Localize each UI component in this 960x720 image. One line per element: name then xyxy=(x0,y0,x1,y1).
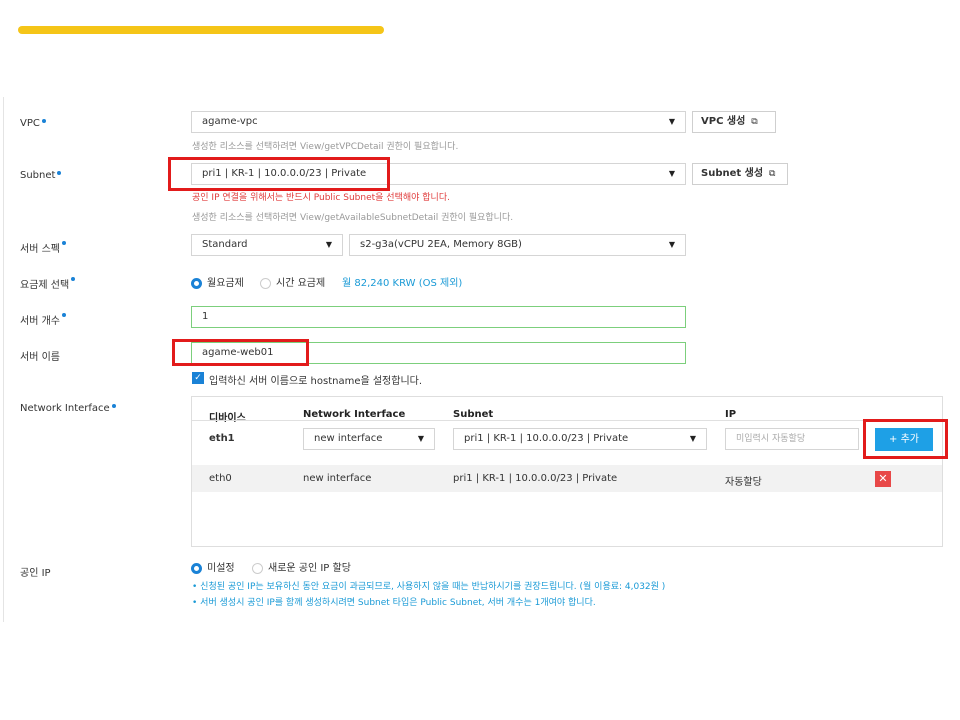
new-subnet-select[interactable]: pri1 | KR-1 | 10.0.0.0/23 | Private ▼ xyxy=(453,428,707,450)
row-ip: 자동할당 xyxy=(725,477,762,488)
subnet-highlight-box xyxy=(168,157,390,191)
add-button-highlight-box xyxy=(863,419,948,459)
new-interface-select[interactable]: new interface ▼ xyxy=(303,428,435,450)
radio-selected-icon xyxy=(191,277,202,289)
row-subnet: pri1 | KR-1 | 10.0.0.0/23 | Private xyxy=(453,473,618,484)
top-accent-bar xyxy=(18,26,384,34)
vpc-select[interactable]: agame-vpc ▼ xyxy=(191,111,686,133)
required-dot-icon xyxy=(61,241,66,245)
subnet-public-error: 공인 IP 연결을 위해서는 반드시 Public Subnet을 선택해야 합… xyxy=(192,193,450,203)
col-header-ip: IP xyxy=(725,409,737,420)
radio-selected-icon xyxy=(191,562,202,574)
required-dot-icon xyxy=(71,277,76,281)
subnet-label: Subnet xyxy=(20,170,62,181)
radio-empty-icon xyxy=(260,277,271,289)
create-vpc-button[interactable]: VPC 생성 ⧉ xyxy=(692,111,776,133)
public-ip-none-radio[interactable]: 미설정 xyxy=(191,559,235,574)
ip-input[interactable]: 미입력시 자동할당 xyxy=(725,428,859,450)
create-subnet-button[interactable]: Subnet 생성 ⧉ xyxy=(692,163,788,185)
public-ip-note-1: • 신청된 공인 IP는 보유하신 동안 요금이 과금되므로, 사용하지 않을 … xyxy=(192,582,666,592)
row-interface: new interface xyxy=(303,473,372,484)
required-dot-icon xyxy=(61,313,66,317)
server-type-select[interactable]: Standard ▼ xyxy=(191,234,343,256)
row-device: eth0 xyxy=(209,473,232,484)
new-row-device: eth1 xyxy=(209,433,235,444)
public-ip-new-radio[interactable]: 새로운 공인 IP 할당 xyxy=(252,559,351,574)
server-count-input[interactable]: 1 xyxy=(191,306,686,328)
external-link-icon: ⧉ xyxy=(751,117,758,127)
caret-down-icon: ▼ xyxy=(668,169,675,178)
caret-down-icon: ▼ xyxy=(689,434,696,443)
caret-down-icon: ▼ xyxy=(668,240,675,249)
required-dot-icon xyxy=(41,119,46,123)
caret-down-icon: ▼ xyxy=(417,434,424,443)
server-name-label: 서버 이름 xyxy=(20,352,60,363)
caret-down-icon: ▼ xyxy=(668,117,675,126)
external-link-icon: ⧉ xyxy=(769,169,776,179)
col-header-device: 디바이스 xyxy=(209,413,246,424)
radio-empty-icon xyxy=(252,562,263,574)
vpc-permission-hint: 생성한 리소스를 선택하려면 View/getVPCDetail 권한이 필요합… xyxy=(192,142,459,152)
hostname-checkbox-label: 입력하신 서버 이름으로 hostname을 설정합니다. xyxy=(209,376,423,387)
price-text: 월 82,240 KRW (OS 제외) xyxy=(342,278,463,289)
vpc-label: VPC xyxy=(20,118,46,129)
col-header-subnet: Subnet xyxy=(453,409,494,420)
hourly-plan-radio[interactable]: 시간 요금제 xyxy=(260,274,325,289)
required-dot-icon xyxy=(111,404,116,408)
subnet-permission-hint: 생성한 리소스를 선택하려면 View/getAvailableSubnetDe… xyxy=(192,213,514,223)
public-ip-note-2: • 서버 생성시 공인 IP를 함께 생성하시려면 Subnet 타입은 Pub… xyxy=(192,598,596,608)
public-ip-label: 공인 IP xyxy=(20,568,51,579)
server-name-highlight-box xyxy=(172,339,309,366)
close-icon: ✕ xyxy=(878,472,888,485)
caret-down-icon: ▼ xyxy=(325,240,332,249)
divider xyxy=(192,420,942,421)
required-dot-icon xyxy=(57,171,62,175)
server-size-select[interactable]: s2-g3a(vCPU 2EA, Memory 8GB) ▼ xyxy=(349,234,686,256)
delete-row-button[interactable]: ✕ xyxy=(875,471,891,487)
billing-label: 요금제 선택 xyxy=(20,276,76,291)
col-header-interface: Network Interface xyxy=(303,409,406,420)
hostname-checkbox[interactable]: ✓ xyxy=(192,372,204,384)
server-spec-label: 서버 스펙 xyxy=(20,240,66,255)
network-interface-label: Network Interface xyxy=(20,403,116,414)
monthly-plan-radio[interactable]: 월요금제 xyxy=(191,274,244,289)
server-count-label: 서버 개수 xyxy=(20,312,66,327)
